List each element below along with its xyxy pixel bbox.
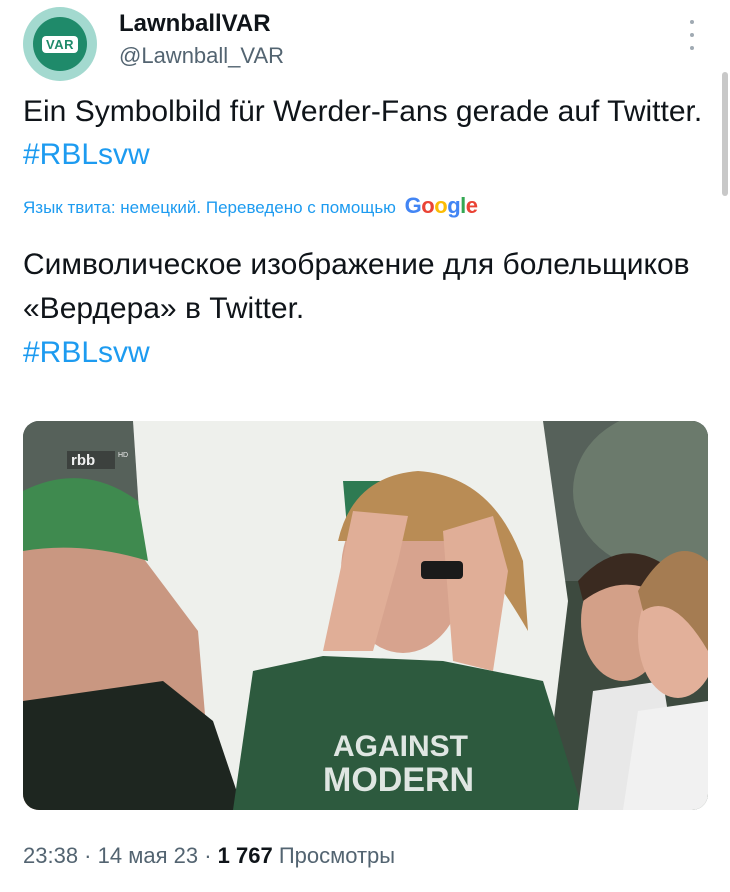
- more-options-icon[interactable]: [681, 20, 703, 50]
- views-count: 1 767: [217, 843, 273, 868]
- shirt-text-2: MODERN: [323, 761, 474, 799]
- tweet-hashtag[interactable]: #RBLsvw: [23, 138, 150, 171]
- tweet-date[interactable]: 14 мая 23: [98, 843, 198, 868]
- translation-notice-text: Язык твита: немецкий. Переведено с помощ…: [23, 198, 396, 217]
- google-letter: e: [465, 193, 478, 218]
- translated-text: Символическое изображение для болельщико…: [23, 243, 703, 375]
- tweet-photo[interactable]: AGAINST MODERN rbb HD: [23, 421, 708, 810]
- scrollbar-thumb[interactable]: [722, 72, 728, 196]
- translated-body: Символическое изображение для болельщико…: [23, 248, 690, 325]
- google-letter: o: [421, 193, 435, 218]
- shirt-text-1: AGAINST: [333, 730, 468, 763]
- tweet-time[interactable]: 23:38: [23, 843, 78, 868]
- views-label: Просмотры: [272, 843, 396, 868]
- var-logo: VAR: [42, 35, 78, 53]
- broadcaster-hd: HD: [118, 452, 128, 459]
- google-letter: G: [404, 193, 422, 218]
- author-name[interactable]: LawnballVAR: [119, 10, 271, 38]
- meta-separator: ·: [78, 843, 98, 868]
- tweet-text: Ein Symbolbild für Werder-Fans gerade au…: [23, 90, 703, 176]
- google-logo: Google: [405, 193, 478, 218]
- tweet-meta: 23:38 · 14 мая 23 · 1 767 Просмотры: [23, 843, 395, 869]
- avatar-badge: VAR: [33, 17, 87, 71]
- author-handle[interactable]: @Lawnball_VAR: [119, 43, 284, 69]
- meta-separator: ·: [198, 843, 218, 868]
- translation-notice[interactable]: Язык твита: немецкий. Переведено с помощ…: [23, 193, 713, 219]
- tweet-body: Ein Symbolbild für Werder-Fans gerade au…: [23, 95, 703, 128]
- more-dot: [690, 46, 694, 50]
- more-dot: [690, 20, 694, 24]
- broadcaster-logo: rbb: [71, 452, 95, 469]
- more-dot: [690, 33, 694, 37]
- google-letter: o: [434, 193, 448, 218]
- translated-hashtag[interactable]: #RBLsvw: [23, 336, 150, 369]
- google-letter: g: [447, 193, 461, 218]
- avatar[interactable]: VAR: [23, 7, 97, 81]
